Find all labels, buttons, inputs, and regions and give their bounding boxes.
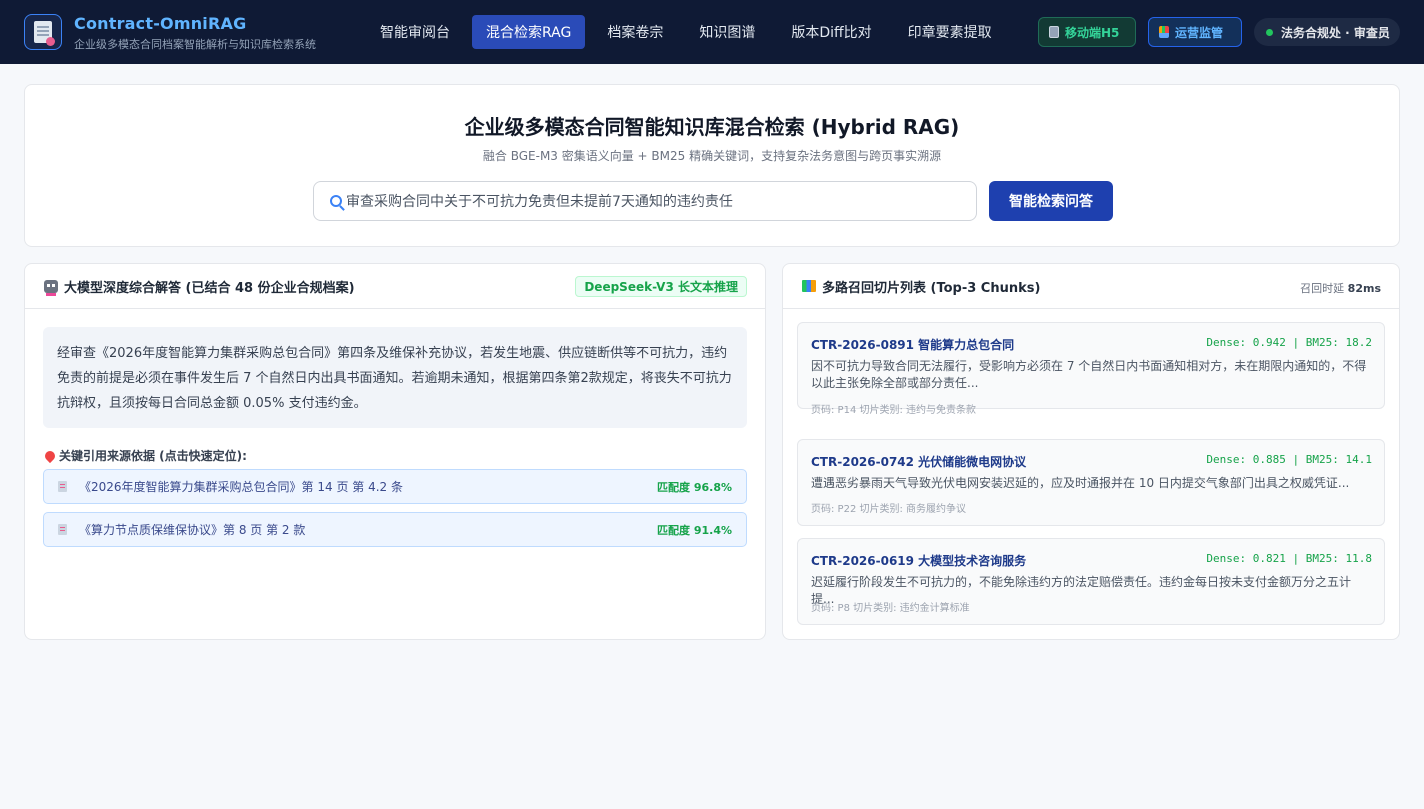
- chunks-panel: 多路召回切片列表 (Top-3 Chunks) 召回时延 82ms CTR-20…: [782, 263, 1400, 640]
- chunk-meta: 页码: P14 切片类别: 违约与免责条款: [811, 405, 977, 416]
- nav-item-version-diff[interactable]: 版本Diff比对: [777, 15, 885, 49]
- answer-panel: 大模型深度综合解答 (已结合 48 份企业合规档案) DeepSeek-V3 长…: [24, 263, 766, 640]
- chunks-panel-header: 多路召回切片列表 (Top-3 Chunks) 召回时延 82ms: [783, 264, 1399, 309]
- nav-item-knowledge-graph[interactable]: 知识图谱: [685, 15, 769, 49]
- citations-label-text: 关键引用来源依据 (点击快速定位):: [59, 449, 247, 463]
- phone-icon: [1049, 26, 1059, 38]
- chunk-score: Dense: 0.942 | BM25: 18.2: [1206, 336, 1372, 349]
- llm-answer-text: 经审查《2026年度智能算力集群采购总包合同》第四条及维保补充协议，若发生地震、…: [43, 327, 747, 428]
- search-icon: [330, 195, 342, 207]
- online-status-icon: [1266, 28, 1273, 36]
- mobile-h5-button[interactable]: 移动端H5: [1038, 17, 1136, 47]
- search-title: 企业级多模态合同智能知识库混合检索 (Hybrid RAG): [464, 115, 960, 139]
- chart-icon: [1159, 26, 1169, 38]
- ops-monitor-label: 运营监管: [1175, 25, 1224, 40]
- chunk-meta: 页码: P22 切片类别: 商务履约争议: [811, 504, 967, 515]
- document-icon: [58, 481, 67, 492]
- chunk-title[interactable]: CTR-2026-0891 智能算力总包合同: [811, 336, 1014, 353]
- chunk-title[interactable]: CTR-2026-0619 大模型技术咨询服务: [811, 552, 1026, 569]
- smart-search-button[interactable]: 智能检索问答: [989, 181, 1113, 221]
- citation-score: 匹配度 96.8%: [657, 480, 732, 494]
- app-logo[interactable]: [24, 14, 62, 50]
- brand-title: Contract-OmniRAG: [74, 14, 247, 33]
- search-input[interactable]: [346, 193, 966, 209]
- ops-monitor-button[interactable]: 运营监管: [1148, 17, 1242, 47]
- chunks-panel-title: 多路召回切片列表 (Top-3 Chunks): [822, 280, 1041, 296]
- chunk-text: 因不可抗力导致合同无法履行，受影响方必须在 7 个自然日内书面通知相对方，未在期…: [811, 359, 1367, 390]
- top-navbar: Contract-OmniRAG 企业级多模态合同档案智能解析与知识库检索系统 …: [0, 0, 1424, 64]
- chunk-title[interactable]: CTR-2026-0742 光伏储能微电网协议: [811, 453, 1026, 470]
- books-icon: [802, 280, 816, 292]
- chunk-text: 遭遇恶劣暴雨天气导致光伏电网安装迟延的，应及时通报并在 10 日内提交气象部门出…: [811, 476, 1350, 490]
- nav-item-review[interactable]: 智能审阅台: [366, 15, 464, 49]
- chunk-card[interactable]: CTR-2026-0891 智能算力总包合同 Dense: 0.942 | BM…: [797, 322, 1385, 416]
- recall-latency: 召回时延 82ms: [1300, 280, 1381, 296]
- citations-label: 关键引用来源依据 (点击快速定位):: [42, 447, 247, 464]
- answer-panel-header: 大模型深度综合解答 (已结合 48 份企业合规档案) DeepSeek-V3 长…: [25, 264, 765, 309]
- citation-text: 《2026年度智能算力集群采购总包合同》第 14 页 第 4.2 条: [79, 480, 403, 494]
- citation-text: 《算力节点质保维保协议》第 8 页 第 2 款: [79, 523, 306, 537]
- robot-icon: [44, 279, 58, 296]
- chunk-card[interactable]: CTR-2026-0742 光伏储能微电网协议 Dense: 0.885 | B…: [797, 439, 1385, 526]
- search-subtitle: 融合 BGE-M3 密集语义向量 + BM25 精确关键词，支持复杂法务意图与跨…: [482, 149, 942, 163]
- latency-value: 82ms: [1347, 282, 1381, 295]
- search-box[interactable]: [313, 181, 977, 221]
- brand-subtitle: 企业级多模态合同档案智能解析与知识库检索系统: [74, 38, 316, 51]
- user-role-label: 法务合规处 · 审查员: [1281, 25, 1390, 40]
- nav-item-archives[interactable]: 档案卷宗: [593, 15, 677, 49]
- citation-item[interactable]: 《算力节点质保维保协议》第 8 页 第 2 款 匹配度 91.4%: [43, 512, 747, 547]
- answer-panel-title: 大模型深度综合解答 (已结合 48 份企业合规档案): [64, 280, 355, 296]
- chunk-meta: 页码: P8 切片类别: 违约金计算标准: [811, 603, 970, 614]
- user-role-badge[interactable]: 法务合规处 · 审查员: [1254, 18, 1400, 46]
- mobile-h5-label: 移动端H5: [1065, 25, 1120, 40]
- search-card: 企业级多模态合同智能知识库混合检索 (Hybrid RAG) 融合 BGE-M3…: [24, 84, 1400, 247]
- latency-label: 召回时延: [1300, 282, 1345, 295]
- pushpin-icon: [42, 448, 58, 463]
- model-badge: DeepSeek-V3 长文本推理: [575, 276, 747, 297]
- nav-item-hybrid-rag[interactable]: 混合检索RAG: [472, 15, 586, 49]
- citation-item[interactable]: 《2026年度智能算力集群采购总包合同》第 14 页 第 4.2 条 匹配度 9…: [43, 469, 747, 504]
- main-nav: 智能审阅台 混合检索RAG 档案卷宗 知识图谱 版本Diff比对 印章要素提取: [366, 15, 1014, 49]
- document-icon: [34, 21, 55, 46]
- chunk-card[interactable]: CTR-2026-0619 大模型技术咨询服务 Dense: 0.821 | B…: [797, 538, 1385, 625]
- chunk-score: Dense: 0.821 | BM25: 11.8: [1206, 552, 1372, 565]
- chunk-score: Dense: 0.885 | BM25: 14.1: [1206, 453, 1372, 466]
- nav-item-seal-extraction[interactable]: 印章要素提取: [894, 15, 1006, 49]
- citation-score: 匹配度 91.4%: [657, 523, 732, 537]
- document-icon: [58, 524, 67, 535]
